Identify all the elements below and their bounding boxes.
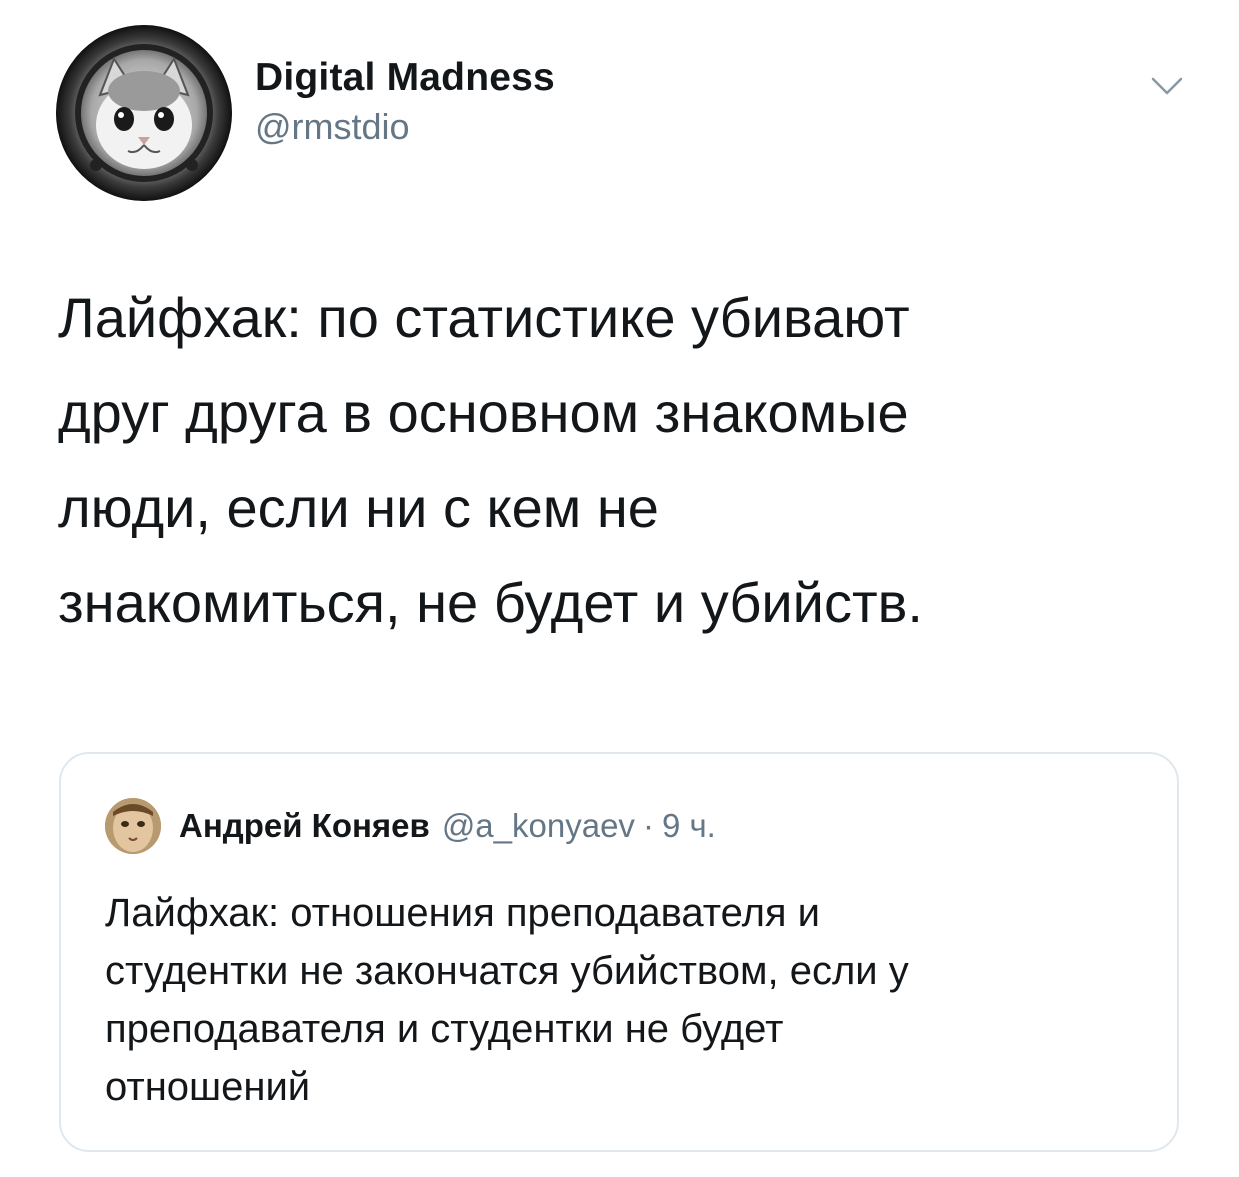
quoted-tweet-text: Лайфхак: отношения преподавателя и студе…: [105, 884, 1145, 1116]
tweet-text-line: Лайфхак: по статистике убивают: [58, 286, 910, 349]
author-handle[interactable]: @rmstdio: [255, 105, 555, 149]
author-display-name[interactable]: Digital Madness: [255, 55, 555, 101]
tweet-text: Лайфхак: по статистике убивают друг друг…: [58, 270, 1178, 650]
quoted-tweet-header: Андрей Коняев @a_konyaev · 9 ч.: [105, 796, 716, 856]
tweet-text-line: знакомиться, не будет и убийств.: [58, 571, 923, 634]
tweet-text-line: друг друга в основном знакомые: [58, 381, 909, 444]
quoted-author-handle[interactable]: @a_konyaev: [442, 807, 635, 845]
author-block: Digital Madness @rmstdio: [255, 55, 555, 149]
chevron-down-icon[interactable]: [1150, 74, 1184, 98]
quoted-text-line: отношений: [105, 1065, 311, 1109]
user-avatar-icon: [105, 798, 161, 854]
separator-dot: ·: [642, 807, 654, 844]
quoted-author-display-name[interactable]: Андрей Коняев: [179, 807, 430, 845]
quoted-text-line: студентки не закончатся убийством, если …: [105, 949, 909, 993]
tweet-text-line: люди, если ни с кем не: [58, 476, 659, 539]
tweet: Digital Madness @rmstdio Лайфхак: по ста…: [0, 0, 1239, 1177]
quoted-text-line: Лайфхак: отношения преподавателя и: [105, 891, 821, 935]
quoted-tweet-timestamp[interactable]: 9 ч.: [662, 807, 716, 845]
quoted-tweet-card[interactable]: Андрей Коняев @a_konyaev · 9 ч. Лайфхак:…: [59, 752, 1179, 1152]
cat-astronaut-avatar-icon: [56, 25, 232, 201]
quoted-text-line: преподавателя и студентки не будет: [105, 1007, 784, 1051]
author-avatar[interactable]: [56, 25, 232, 201]
quoted-author-avatar[interactable]: [105, 798, 161, 854]
